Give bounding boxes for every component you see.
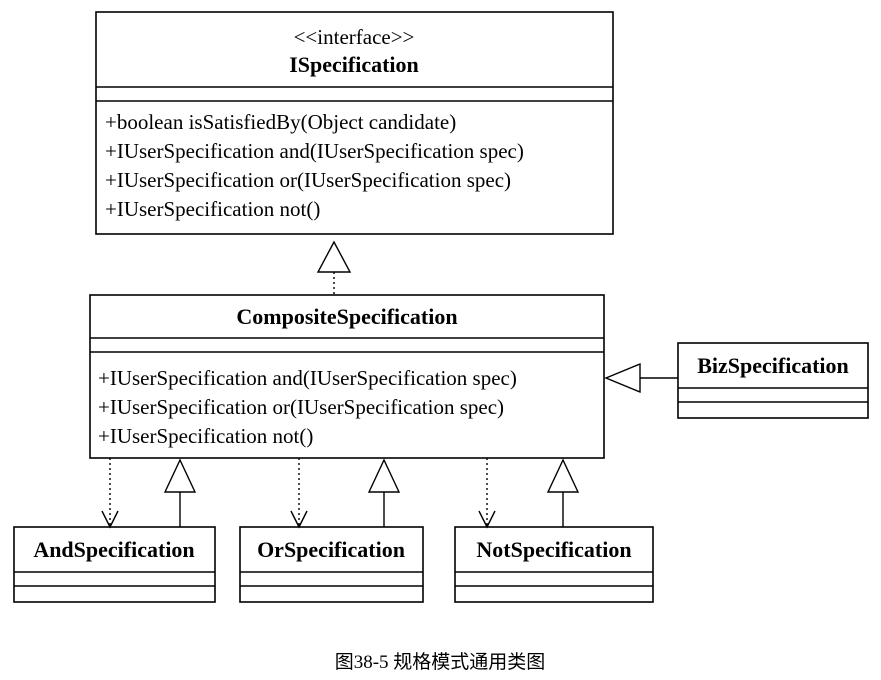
figure-caption: 图38-5 规格模式通用类图 [335, 651, 546, 673]
or-specification-name: OrSpecification [257, 537, 405, 562]
composite-specification-name: CompositeSpecification [236, 304, 457, 329]
generalization-arrowhead-not [546, 458, 580, 493]
realization-arrowhead-composite [316, 240, 352, 273]
and-specification-class: AndSpecification [13, 526, 216, 603]
generalization-arrowhead-and [163, 458, 197, 493]
composite-method: +IUserSpecification or(IUserSpecificatio… [98, 395, 504, 419]
ispecification-method: +boolean isSatisfiedBy(Object candidate) [105, 110, 456, 134]
composite-method: +IUserSpecification and(IUserSpecificati… [98, 366, 517, 390]
ispecification-name: ISpecification [289, 52, 419, 77]
not-specification-name: NotSpecification [476, 537, 631, 562]
ispecification-method: +IUserSpecification not() [105, 197, 320, 221]
composite-method: +IUserSpecification not() [98, 424, 313, 448]
or-specification-class: OrSpecification [239, 526, 424, 603]
and-specification-name: AndSpecification [33, 537, 194, 562]
ispecification-class: <<interface>> ISpecification +boolean is… [95, 11, 614, 235]
generalization-arrowhead-or [367, 458, 401, 493]
uml-class-diagram: <<interface>> ISpecification +boolean is… [13, 11, 869, 673]
biz-specification-class: BizSpecification [677, 342, 869, 419]
generalization-arrowhead-biz [604, 362, 641, 394]
ispecification-method: +IUserSpecification or(IUserSpecificatio… [105, 168, 511, 192]
biz-specification-name: BizSpecification [697, 353, 849, 378]
not-specification-class: NotSpecification [454, 526, 654, 603]
ispecification-method: +IUserSpecification and(IUserSpecificati… [105, 139, 524, 163]
ispecification-stereotype: <<interface>> [294, 25, 415, 49]
composite-specification-class: CompositeSpecification +IUserSpecificati… [89, 294, 605, 459]
